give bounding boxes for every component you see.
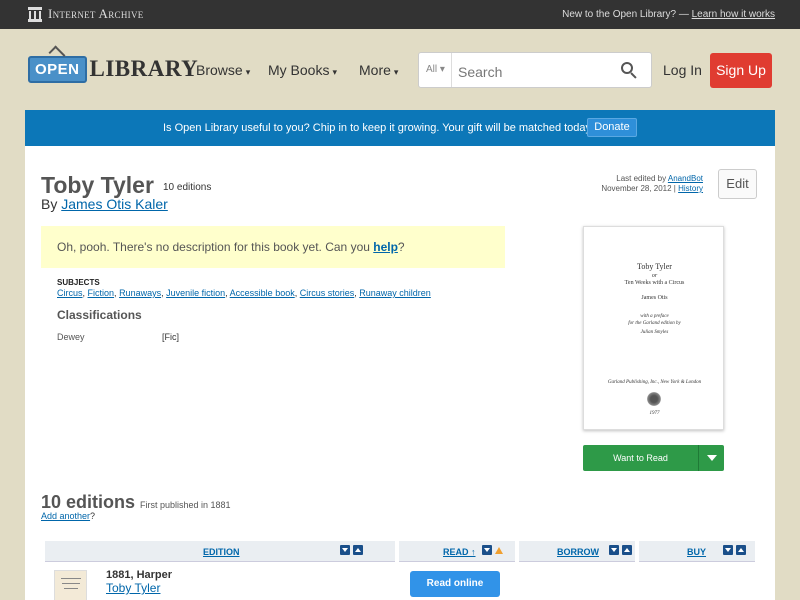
help-link[interactable]: help [373,240,398,254]
byline: By James Otis Kaler [41,196,168,212]
sort-up-icon[interactable] [353,545,363,555]
learn-how-it-works-link[interactable]: Learn how it works [692,9,775,20]
edition-year-publisher: 1881, Harper [106,569,173,581]
read-online-button[interactable]: Read online [410,571,500,597]
subjects-heading: SUBJECTS [57,278,100,287]
chevron-down-icon: ▾ [332,67,337,77]
book-title: Toby Tyler [41,172,154,198]
ia-tagline: New to the Open Library? — Learn how it … [562,9,775,20]
last-edited-label: Last edited by [616,174,668,183]
cover-or: or [651,273,658,279]
add-another-link[interactable]: Add another [41,511,90,521]
site-header: OPEN LIBRARY Browse ▾ My Books ▾ More ▾ All… [0,29,800,110]
editions-heading: 10 editions [41,492,136,512]
author-link[interactable]: James Otis Kaler [61,196,168,212]
donate-button[interactable]: Donate [587,118,637,137]
dewey-value: [Fic] [162,332,179,342]
column-borrow-label: BORROW [557,547,599,557]
last-edited-user-link[interactable]: AnandBot [668,174,703,183]
cover-preface-1: with a preface [640,314,669,319]
first-published: First published in 1881 [140,500,231,510]
column-header-borrow[interactable]: BORROW [519,541,635,562]
cover-subtitle: Ten Weeks with a Circus [624,280,685,286]
column-header-read[interactable]: READ ↑ [399,541,515,562]
main-content: Is Open Library useful to you? Chip in t… [25,110,775,600]
sort-down-icon[interactable] [340,545,350,555]
subject-link[interactable]: Juvenile fiction [166,288,225,298]
sort-active-up-icon[interactable] [495,547,503,554]
search-input[interactable]: Search [458,64,502,80]
nav-my-books[interactable]: My Books ▾ [268,62,337,78]
subject-link[interactable]: Circus stories [300,288,355,298]
subject-link[interactable]: Accessible book [230,288,295,298]
cover-preface-3: Julian Smyles [640,330,669,335]
sort-down-icon[interactable] [482,545,492,555]
search-icon[interactable] [621,62,637,79]
column-read-label: READ ↑ [443,547,476,557]
subject-link[interactable]: Fiction [88,288,115,298]
logo-open-sign: OPEN [28,55,87,83]
nav-more-label: More [359,62,391,78]
history-link[interactable]: History [678,184,703,193]
subjects-list: Circus, Fiction, Runaways, Juvenile fict… [57,288,431,298]
add-another-suffix: ? [90,511,96,521]
chevron-down-icon: ▾ [393,67,399,77]
sort-up-icon[interactable] [622,545,632,555]
nav-more[interactable]: More ▾ [359,62,398,78]
internet-archive-bar: Internet Archive New to the Open Library… [0,0,800,29]
cover-preface-2: for the Garland edition by [628,321,681,326]
signup-button[interactable]: Sign Up [710,53,772,88]
column-edition-label: EDITION [203,547,240,557]
last-edited-date: November 28, 2012 | [601,184,679,193]
donate-text: Is Open Library useful to you? Chip in t… [163,122,595,134]
column-buy-label: BUY [687,547,707,557]
search-box: All ▾ Search [418,52,652,88]
subject-link[interactable]: Runaway children [359,288,431,298]
want-to-read-label: Want to Read [613,453,668,463]
archive-building-icon [28,6,42,22]
nav-browse-label: Browse [196,62,243,78]
no-description-end: ? [397,240,405,254]
sort-down-icon[interactable] [609,545,619,555]
cover-publisher-seal [647,392,661,406]
column-header-buy[interactable]: BUY [639,541,755,562]
logo-library-text: LIBRARY [89,56,199,81]
cover-publisher: Garland Publishing, Inc., New York & Lon… [607,380,702,385]
last-edited: Last edited by AnandBot November 28, 201… [585,174,703,194]
column-header-edition[interactable]: EDITION [45,541,395,562]
want-to-read-button[interactable]: Want to Read [583,445,724,471]
sort-down-icon[interactable] [723,545,733,555]
cover-author: James Otis [641,295,668,301]
no-description-notice: Oh, pooh. There's no description for thi… [41,226,505,268]
edit-button[interactable]: Edit [718,169,757,199]
search-scope-value: All [426,64,438,75]
subject-link[interactable]: Circus [57,288,83,298]
no-description-text: Oh, pooh. There's no description for thi… [57,240,374,254]
chevron-down-icon: ▾ [439,64,445,75]
classifications-heading: Classifications [57,308,142,322]
sort-up-icon[interactable] [736,545,746,555]
open-library-logo[interactable]: OPEN LIBRARY [28,51,198,87]
byline-prefix: By [41,196,62,212]
search-scope-select[interactable]: All ▾ [419,53,452,87]
internet-archive-text: Internet Archive [48,6,144,21]
ia-tagline-text: New to the Open Library? — [562,9,692,20]
edition-title-link[interactable]: Toby Tyler [106,581,160,595]
subject-link[interactable]: Runaways [119,288,161,298]
nav-browse[interactable]: Browse ▾ [196,62,250,78]
add-another: Add another? [41,511,95,521]
dewey-label: Dewey [57,332,85,342]
internet-archive-logo[interactable]: Internet Archive [28,6,144,22]
nav-my-books-label: My Books [268,62,330,78]
cover-title: Toby Tyler [637,262,672,271]
login-link[interactable]: Log In [663,62,702,78]
chevron-down-icon[interactable] [698,445,724,471]
cover-year: 1977 [649,411,660,416]
edition-count: 10 editions [163,182,212,193]
chevron-down-icon: ▾ [245,67,251,77]
book-cover[interactable]: Toby Tyler or Ten Weeks with a Circus Ja… [583,226,724,430]
donate-banner: Is Open Library useful to you? Chip in t… [25,110,775,146]
edition-cover-thumbnail[interactable] [54,570,87,600]
